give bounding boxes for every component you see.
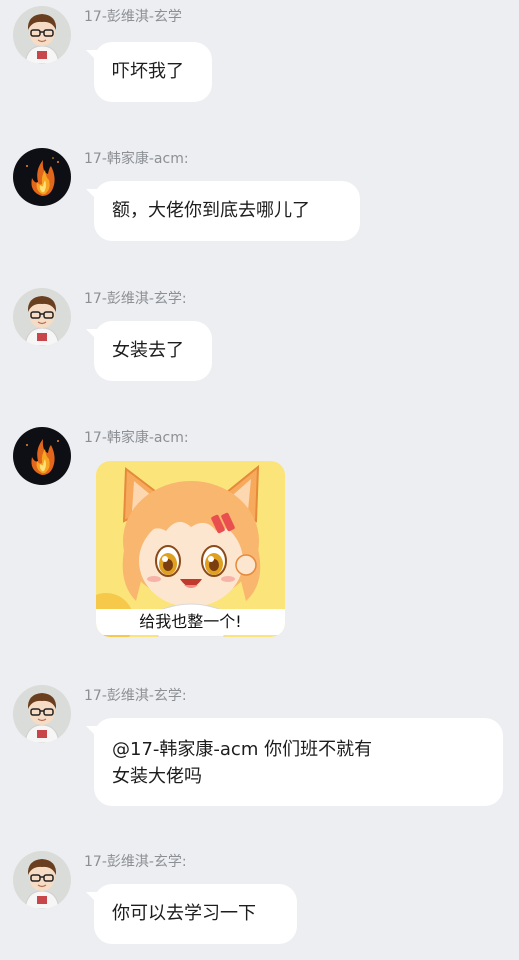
message-text-line: 女装大佬吗 [112,766,202,787]
sender-name: 17-彭维淇-玄学: [84,854,187,870]
fire-avatar-icon[interactable] [13,427,71,485]
boy-glasses-avatar-icon[interactable] [13,6,71,64]
message-text-line: @17-韩家康-acm 你们班不就有 [112,739,373,760]
message-bubble[interactable]: 吓坏我了 [94,42,212,102]
chat-message: 17-彭维淇-玄学: 女装去了 [0,282,519,392]
chat-message: 17-彭维淇-玄学: 你可以去学习一下 [0,845,519,955]
boy-glasses-avatar-icon[interactable] [13,851,71,909]
message-bubble[interactable]: @17-韩家康-acm 你们班不就有 女装大佬吗 [94,718,503,806]
anime-fox-girl-sticker-icon[interactable]: 给我也整一个! [96,461,285,637]
message-bubble[interactable]: 你可以去学习一下 [94,884,297,944]
chat-message: 17-韩家康-acm: 额，大佬你到底去哪儿了 [0,142,519,252]
message-bubble[interactable]: 额，大佬你到底去哪儿了 [94,181,360,241]
sender-name: 17-彭维淇-玄学: [84,291,187,307]
sender-name: 17-彭维淇-玄学 [84,9,182,25]
message-text: 额，大佬你到底去哪儿了 [112,200,310,221]
chat-message: 17-彭维淇-玄学: @17-韩家康-acm 你们班不就有 女装大佬吗 [0,679,519,819]
sender-name: 17-韩家康-acm: [84,430,189,446]
fire-avatar-icon[interactable] [13,148,71,206]
message-text: 你可以去学习一下 [112,903,256,924]
message-bubble[interactable]: 女装去了 [94,321,212,381]
chat-message: 17-韩家康-acm: 给我也整一个! [0,421,519,651]
chat-message: 17-彭维淇-玄学 吓坏我了 [0,0,519,110]
message-text: 吓坏我了 [112,61,184,82]
sender-name: 17-韩家康-acm: [84,151,189,167]
sticker-caption: 给我也整一个! [96,609,285,635]
message-text: 女装去了 [112,340,184,361]
sender-name: 17-彭维淇-玄学: [84,688,187,704]
boy-glasses-avatar-icon[interactable] [13,288,71,346]
boy-glasses-avatar-icon[interactable] [13,685,71,743]
